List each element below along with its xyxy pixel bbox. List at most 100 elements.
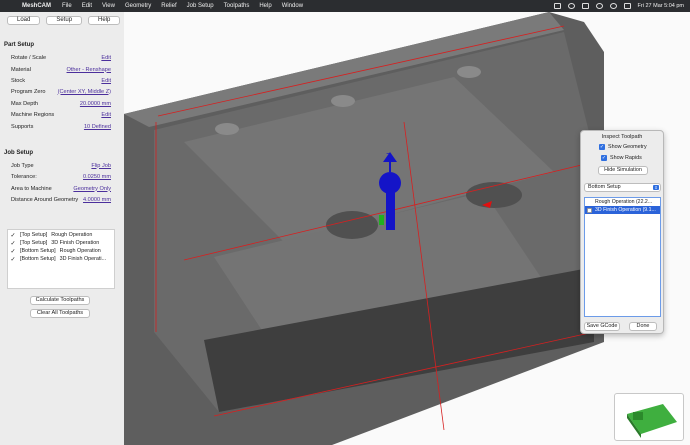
load-button[interactable]: Load	[7, 15, 41, 25]
row-label: Program Zero	[11, 88, 46, 95]
row-label: Material	[11, 66, 31, 73]
menu-job-setup[interactable]: Job Setup	[182, 3, 219, 9]
display-icon[interactable]	[553, 3, 561, 9]
search-icon[interactable]	[609, 3, 617, 9]
row-label: Machine Regions	[11, 111, 55, 118]
machine-regions-link[interactable]: Edit	[101, 112, 111, 118]
sidebar: Part Setup Rotate / Scale Edit Material Ot…	[0, 28, 124, 445]
save-gcode-button[interactable]: Save GCode	[584, 322, 620, 331]
z-axis-label: Z	[386, 152, 391, 161]
part-setup-row: Machine Regions Edit	[11, 110, 111, 119]
op-setup: [Top Setup]	[20, 240, 48, 246]
part-setup-row: Rotate / Scale Edit	[11, 53, 111, 62]
checkmark-icon[interactable]: ✓	[10, 240, 16, 247]
toolpath-list-item-selected[interactable]: 3D Finish Operation (9.1...	[585, 206, 660, 214]
tolerance-link[interactable]: 0.0250 mm	[83, 174, 111, 180]
toolbar: Load Setup Help	[0, 12, 124, 28]
show-rapids-checkbox[interactable]: ✓ Show Rapids	[601, 155, 642, 161]
job-setup-row: Distance Around Geometry 4.0000 mm	[11, 195, 111, 204]
program-zero-link[interactable]: (Center XY, Middle Z)	[58, 89, 111, 95]
boss	[331, 95, 355, 107]
max-depth-link[interactable]: 20.0000 mm	[80, 101, 111, 107]
op-setup: [Bottom Setup]	[20, 256, 56, 262]
row-label: Max Depth	[11, 100, 39, 107]
part-setup-row: Stock Edit	[11, 76, 111, 85]
done-button[interactable]: Done	[629, 322, 657, 331]
row-label: Job Type	[11, 162, 34, 169]
job-type-link[interactable]: Flip Job	[91, 163, 111, 169]
toolpath-list-item[interactable]: Rough Operation (22.2...	[585, 198, 660, 206]
job-setup-row: Area to Machine Geometry Only	[11, 184, 111, 193]
menu-window[interactable]: Window	[277, 3, 308, 9]
row-label: Stock	[11, 77, 25, 84]
help-button[interactable]: Help	[88, 15, 121, 25]
menu-help[interactable]: Help	[254, 3, 276, 9]
rotate-scale-link[interactable]: Edit	[101, 55, 111, 61]
operations-list[interactable]: ✓ [Top Setup] Rough Operation ✓ [Top Setup]…	[7, 229, 115, 289]
op-name: 3D Finish Operation	[51, 240, 100, 246]
material-link[interactable]: Other - Renshape	[67, 67, 111, 73]
row-label: Distance Around Geometry	[11, 196, 79, 203]
panel-title: Inspect Toolpath	[601, 134, 643, 140]
job-setup-row: Tolerance: 0.0250 mm	[11, 172, 111, 181]
preview-thumbnail[interactable]	[614, 393, 684, 441]
setup-button[interactable]: Setup	[46, 15, 83, 25]
setup-select-value: Bottom Setup	[588, 184, 621, 190]
list-item[interactable]: ✓ [Bottom Setup] Rough Operation	[10, 247, 114, 255]
menu-app-name[interactable]: MeshCAM	[16, 3, 57, 9]
row-label: Tolerance:	[11, 173, 37, 180]
menu-file[interactable]: File	[57, 3, 77, 9]
menu-clock[interactable]: Fri 27 Mar 5:04 pm	[638, 3, 684, 9]
menu-view[interactable]: View	[97, 3, 120, 9]
hide-simulation-button[interactable]: Hide Simulation	[598, 166, 648, 175]
row-label: Rotate / Scale	[11, 54, 47, 61]
part-setup-row: Material Other - Renshape	[11, 65, 111, 74]
show-rapids-label: Show Rapids	[610, 155, 642, 161]
boss	[215, 123, 239, 135]
op-name: Rough Operation	[59, 248, 101, 254]
chevron-updown-icon[interactable]: ⇕	[653, 185, 659, 190]
thumbnail-graphic	[627, 404, 677, 438]
tool-ball	[379, 172, 401, 194]
op-setup: [Bottom Setup]	[20, 248, 56, 254]
distance-around-geometry-link[interactable]: 4.0000 mm	[83, 197, 111, 203]
menu-geometry[interactable]: Geometry	[120, 3, 156, 9]
checkmark-icon[interactable]: ✓	[10, 248, 16, 255]
stock-link[interactable]: Edit	[101, 78, 111, 84]
inspect-toolpath-panel: Inspect Toolpath ✓ Show Geometry ✓ Show Ra…	[580, 130, 664, 334]
y-axis-marker	[379, 215, 384, 225]
part-setup-title: Part Setup	[4, 42, 35, 48]
list-item[interactable]: ✓ [Top Setup] 3D Finish Operation	[10, 239, 114, 247]
area-to-machine-link[interactable]: Geometry Only	[73, 186, 111, 192]
toolpath-list[interactable]: Rough Operation (22.2... 3D Finish Opera…	[584, 197, 661, 317]
show-geometry-checkbox[interactable]: ✓ Show Geometry	[599, 144, 647, 150]
row-label: Area to Machine	[11, 185, 52, 192]
menu-toolpaths[interactable]: Toolpaths	[219, 3, 255, 9]
setup-select[interactable]: Bottom Setup ⇕	[584, 183, 661, 192]
toolpath-label: Rough Operation (22.2...	[595, 199, 653, 205]
part-setup-row: Max Depth 20.0000 mm	[11, 99, 111, 108]
show-geometry-label: Show Geometry	[608, 144, 647, 150]
battery-icon[interactable]	[581, 3, 589, 9]
tool-shank	[386, 190, 395, 230]
checkbox-icon[interactable]	[587, 207, 592, 213]
menu-edit[interactable]: Edit	[77, 3, 97, 9]
status-area: Fri 27 Mar 5:04 pm	[553, 3, 690, 9]
checkmark-icon[interactable]: ✓	[601, 155, 607, 161]
menu-relief[interactable]: Relief	[156, 3, 181, 9]
clear-all-toolpaths-button[interactable]: Clear All Toolpaths	[30, 309, 90, 318]
menu-bar: MeshCAM File Edit View Geometry Relief J…	[0, 0, 690, 12]
list-item[interactable]: ✓ [Bottom Setup] 3D Finish Operati...	[10, 255, 114, 263]
supports-link[interactable]: 10 Defined	[84, 124, 111, 130]
checkmark-icon[interactable]: ✓	[10, 232, 16, 239]
list-item[interactable]: ✓ [Top Setup] Rough Operation	[10, 231, 114, 239]
thumbnail-pocket	[633, 412, 643, 420]
checkmark-icon[interactable]: ✓	[599, 144, 605, 150]
toolpath-label: 3D Finish Operation (9.1...	[595, 207, 656, 213]
checkmark-icon[interactable]: ✓	[10, 256, 16, 263]
op-setup: [Top Setup]	[20, 232, 48, 238]
bluetooth-icon[interactable]	[567, 3, 575, 9]
calculate-toolpaths-button[interactable]: Calculate Toolpaths	[30, 296, 90, 305]
control-center-icon[interactable]	[623, 3, 631, 9]
wifi-icon[interactable]	[595, 3, 603, 9]
